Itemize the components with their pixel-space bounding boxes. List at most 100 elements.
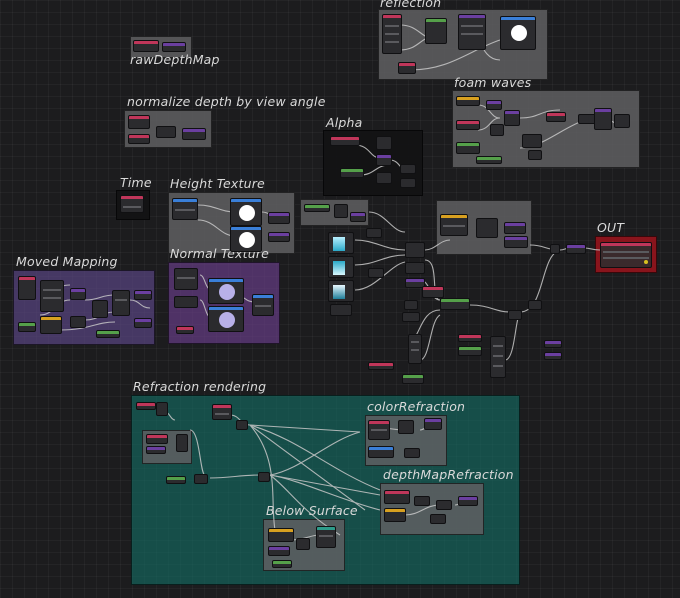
node-mm-h[interactable] [112, 290, 130, 316]
node-normalize-a[interactable] [128, 115, 150, 129]
node-dmr-a[interactable] [384, 490, 410, 504]
node-rr-h[interactable] [166, 476, 186, 484]
node-bs-d[interactable] [316, 526, 336, 548]
node-alpha-f[interactable] [400, 164, 416, 174]
node-normalize-c[interactable] [156, 126, 176, 138]
node-mm-c[interactable] [40, 280, 64, 312]
node-rr-c[interactable] [146, 434, 168, 444]
node-alpha-e[interactable] [376, 172, 392, 184]
node-rr-f[interactable] [212, 404, 232, 420]
node-mid-b[interactable] [334, 204, 348, 218]
node-cr-c[interactable] [424, 418, 442, 430]
node-editor-canvas[interactable]: reflection foam waves rawDepthMap normal… [0, 0, 680, 598]
node-chain-b[interactable] [368, 268, 384, 278]
node-rr-j[interactable] [258, 472, 270, 482]
node-mm-d[interactable] [40, 316, 62, 334]
node-reflection-value[interactable] [398, 62, 416, 74]
node-foam-b[interactable] [456, 120, 480, 130]
node-time[interactable] [120, 195, 144, 213]
node-chain-a[interactable] [366, 228, 382, 238]
node-height-out-2[interactable] [268, 232, 290, 242]
node-normalize-b[interactable] [128, 134, 150, 144]
node-chain-m[interactable] [458, 334, 482, 342]
node-alpha-b[interactable] [376, 136, 392, 150]
node-cr-e[interactable] [404, 448, 420, 458]
node-chain-n[interactable] [458, 346, 482, 356]
node-raw-depth-map-out[interactable] [162, 42, 186, 52]
node-reflection-texture[interactable] [500, 16, 536, 50]
node-chain-c[interactable] [405, 242, 425, 258]
node-mid-a[interactable] [304, 204, 330, 212]
node-rr-b[interactable] [156, 402, 168, 416]
node-cr-a[interactable] [368, 420, 390, 440]
node-foam-f[interactable] [504, 110, 520, 126]
node-height-texture-2[interactable] [230, 226, 262, 252]
node-mixer-d[interactable] [504, 236, 528, 248]
node-cr-b[interactable] [398, 420, 414, 434]
node-rr-e[interactable] [146, 446, 166, 454]
node-height-coords[interactable] [172, 198, 198, 220]
node-nt-a[interactable] [174, 268, 198, 290]
node-foam-k[interactable] [614, 114, 630, 128]
node-chain-o[interactable] [490, 336, 506, 378]
node-rr-i[interactable] [194, 474, 208, 484]
node-dmr-f[interactable] [430, 514, 446, 524]
node-foam-e[interactable] [490, 124, 504, 136]
node-mixer-a[interactable] [440, 214, 468, 236]
node-mixer-c[interactable] [504, 222, 526, 234]
node-mm-f[interactable] [70, 316, 86, 328]
node-ramp-1[interactable] [328, 232, 354, 254]
node-chain-r[interactable] [544, 340, 562, 348]
node-foam-d[interactable] [486, 100, 502, 110]
node-chain-g[interactable] [440, 298, 470, 310]
node-nt-b[interactable] [174, 296, 198, 308]
node-nt-texture-2[interactable] [208, 306, 244, 332]
node-chain-i[interactable] [402, 312, 420, 322]
node-foam-g[interactable] [522, 134, 542, 148]
node-mm-i[interactable] [134, 290, 152, 300]
node-bs-b[interactable] [268, 546, 290, 556]
node-normalize-d[interactable] [182, 128, 206, 140]
node-rr-a[interactable] [136, 402, 156, 410]
node-chain-f[interactable] [422, 286, 444, 298]
node-bs-e[interactable] [272, 560, 292, 568]
node-foam-a[interactable] [456, 96, 480, 106]
node-mm-e[interactable] [70, 288, 86, 300]
node-bs-c[interactable] [296, 538, 310, 550]
node-nt-c[interactable] [176, 326, 194, 334]
node-pre-out-2[interactable] [566, 244, 586, 254]
node-foam-h[interactable] [546, 112, 566, 122]
node-nt-out[interactable] [252, 294, 274, 316]
node-foam-m[interactable] [476, 156, 502, 164]
node-nt-texture-1[interactable] [208, 278, 244, 304]
node-foam-j[interactable] [594, 108, 612, 130]
node-alpha-c[interactable] [376, 154, 392, 166]
node-alpha-a[interactable] [330, 136, 360, 146]
node-mm-a[interactable] [18, 276, 36, 300]
node-foam-c[interactable] [456, 142, 480, 154]
node-mixer-b[interactable] [476, 218, 498, 238]
node-reflection-coord[interactable] [458, 14, 486, 50]
node-chain-k[interactable] [368, 362, 394, 370]
node-dmr-d[interactable] [436, 500, 452, 510]
node-mm-k[interactable] [96, 330, 120, 338]
node-chain-l[interactable] [402, 374, 424, 384]
node-ramp-out[interactable] [330, 304, 352, 316]
node-alpha-d[interactable] [340, 168, 364, 178]
node-chain-d[interactable] [405, 262, 425, 274]
node-reflection-mix[interactable] [425, 18, 447, 44]
node-mm-g[interactable] [92, 300, 108, 318]
node-rr-g[interactable] [236, 420, 248, 430]
node-height-out[interactable] [268, 212, 290, 224]
node-foam-l[interactable] [528, 150, 542, 160]
node-cr-d[interactable] [368, 446, 394, 458]
node-bs-a[interactable] [268, 528, 294, 542]
node-reflection-input[interactable] [382, 14, 402, 54]
node-chain-s[interactable] [544, 352, 562, 360]
node-dmr-e[interactable] [458, 496, 478, 506]
node-height-texture-1[interactable] [230, 198, 262, 226]
node-dmr-c[interactable] [414, 496, 430, 506]
node-chain-q[interactable] [528, 300, 542, 310]
node-alpha-g[interactable] [400, 178, 416, 188]
node-raw-depth-map[interactable] [133, 40, 159, 52]
